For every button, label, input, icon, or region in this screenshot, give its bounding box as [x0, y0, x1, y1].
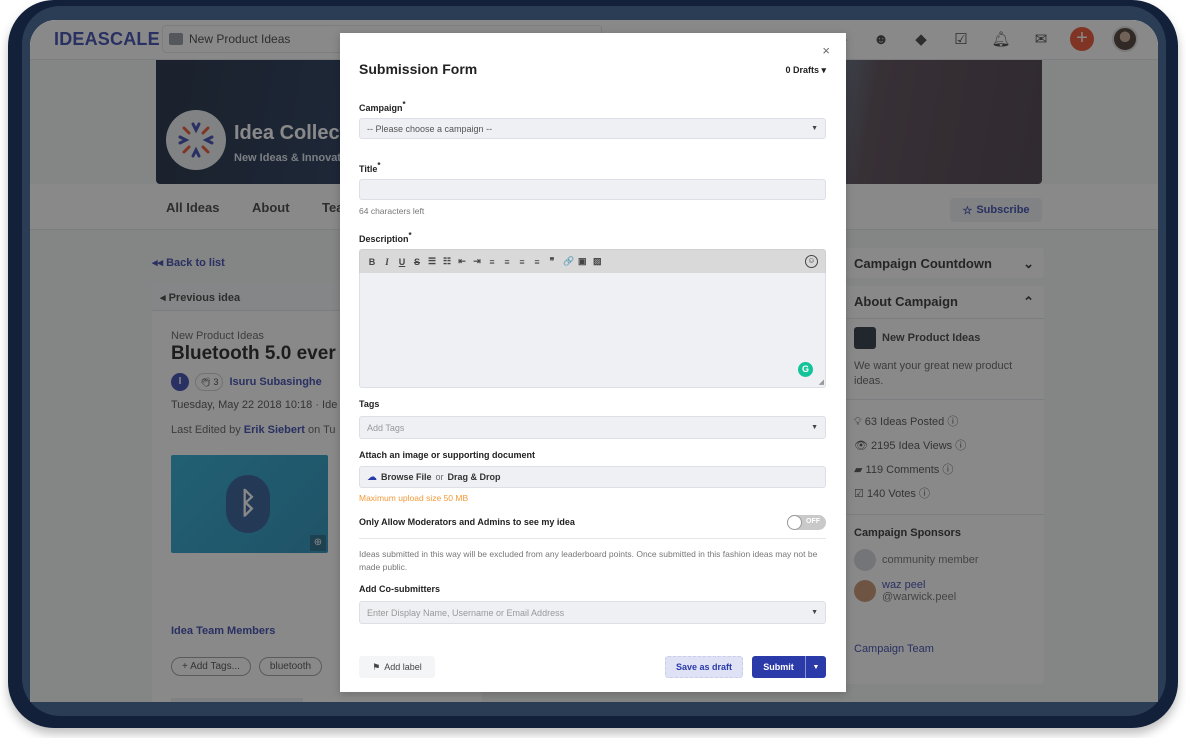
tags-placeholder: Add Tags	[367, 422, 405, 433]
toggle-knob	[787, 515, 802, 530]
caret-down-icon: ▼	[811, 125, 818, 132]
title-input[interactable]	[359, 179, 826, 200]
description-editor[interactable]: G ◢	[359, 273, 826, 388]
bold-icon[interactable]: B	[368, 257, 376, 267]
tags-input[interactable]: Add Tags ▼	[359, 416, 826, 439]
private-idea-label: Only Allow Moderators and Admins to see …	[359, 517, 575, 527]
tags-label: Tags	[359, 399, 380, 409]
drafts-dropdown[interactable]: 0 Drafts ▾	[785, 65, 826, 76]
align-left-icon[interactable]: ≡	[488, 257, 496, 267]
cosubmitters-input[interactable]: Enter Display Name, Username or Email Ad…	[359, 601, 826, 624]
align-right-icon[interactable]: ≡	[518, 257, 526, 267]
add-label-text: Add label	[384, 662, 422, 672]
private-idea-note: Ideas submitted in this way will be excl…	[359, 549, 818, 572]
save-draft-button[interactable]: Save as draft	[665, 656, 743, 678]
campaign-select[interactable]: -- Please choose a campaign -- ▼	[359, 118, 826, 139]
close-icon[interactable]: ×	[822, 43, 830, 58]
add-label-button[interactable]: ⚑ Add label	[359, 656, 435, 678]
campaign-label: Campaign*	[359, 100, 406, 113]
resize-handle-icon[interactable]: ◢	[819, 378, 824, 386]
title-label: Title*	[359, 161, 381, 174]
align-justify-icon[interactable]: ≡	[533, 257, 541, 267]
caret-down-icon: ▼	[811, 609, 818, 616]
toggle-state: OFF	[806, 518, 820, 525]
cosubmitters-label: Add Co-submitters	[359, 584, 440, 594]
private-idea-toggle[interactable]: OFF	[787, 515, 826, 530]
campaign-select-value: -- Please choose a campaign --	[367, 123, 493, 134]
file-upload-dropzone[interactable]: ☁ Browse File or Drag & Drop	[359, 466, 826, 488]
quote-icon[interactable]: ❞	[548, 256, 556, 267]
bullet-list-icon[interactable]: ☰	[428, 256, 436, 267]
image-icon[interactable]: ▨	[593, 256, 602, 267]
submission-form-modal: × Submission Form 0 Drafts ▾ Campaign* -…	[340, 33, 846, 692]
numbered-list-icon[interactable]: ☷	[443, 256, 451, 267]
emoji-icon[interactable]: ☺	[805, 255, 818, 268]
caret-down-icon: ▼	[812, 663, 820, 671]
description-label: Description*	[359, 231, 412, 244]
cosubmitters-placeholder: Enter Display Name, Username or Email Ad…	[367, 607, 565, 618]
flag-icon: ⚑	[372, 661, 381, 672]
drag-drop-text: Drag & Drop	[447, 472, 501, 482]
caret-down-icon: ▼	[811, 424, 818, 431]
link-icon[interactable]: 🔗	[563, 256, 574, 267]
max-upload-size: Maximum upload size 50 MB	[359, 493, 469, 503]
outdent-icon[interactable]: ⇤	[458, 256, 466, 267]
editor-toolbar: B I U S ☰ ☷ ⇤ ⇥ ≡ ≡ ≡ ≡ ❞ 🔗 ▣ ▨ ☺	[359, 249, 826, 273]
attach-label: Attach an image or supporting document	[359, 450, 536, 460]
drafts-label: 0 Drafts	[785, 65, 819, 75]
italic-icon[interactable]: I	[383, 257, 391, 267]
cloud-upload-icon: ☁	[367, 471, 377, 483]
indent-icon[interactable]: ⇥	[473, 256, 481, 267]
strikethrough-icon[interactable]: S	[413, 257, 421, 267]
title-char-count: 64 characters left	[359, 206, 425, 216]
video-icon[interactable]: ▣	[578, 256, 587, 267]
divider	[359, 538, 826, 539]
submit-options-dropdown[interactable]: ▼	[805, 656, 826, 678]
align-center-icon[interactable]: ≡	[503, 257, 511, 267]
grammarly-icon[interactable]: G	[798, 362, 813, 377]
underline-icon[interactable]: U	[398, 257, 406, 267]
caret-down-icon: ▾	[821, 65, 826, 75]
or-text: or	[435, 472, 444, 482]
submit-button[interactable]: Submit	[752, 656, 805, 678]
screen: IDEASCALE New Product Ideas ◈ ☻ ◆ ☑ 🔔︎ ✉…	[30, 20, 1158, 702]
browse-file-link[interactable]: Browse File	[381, 472, 432, 482]
modal-title: Submission Form	[359, 61, 478, 77]
